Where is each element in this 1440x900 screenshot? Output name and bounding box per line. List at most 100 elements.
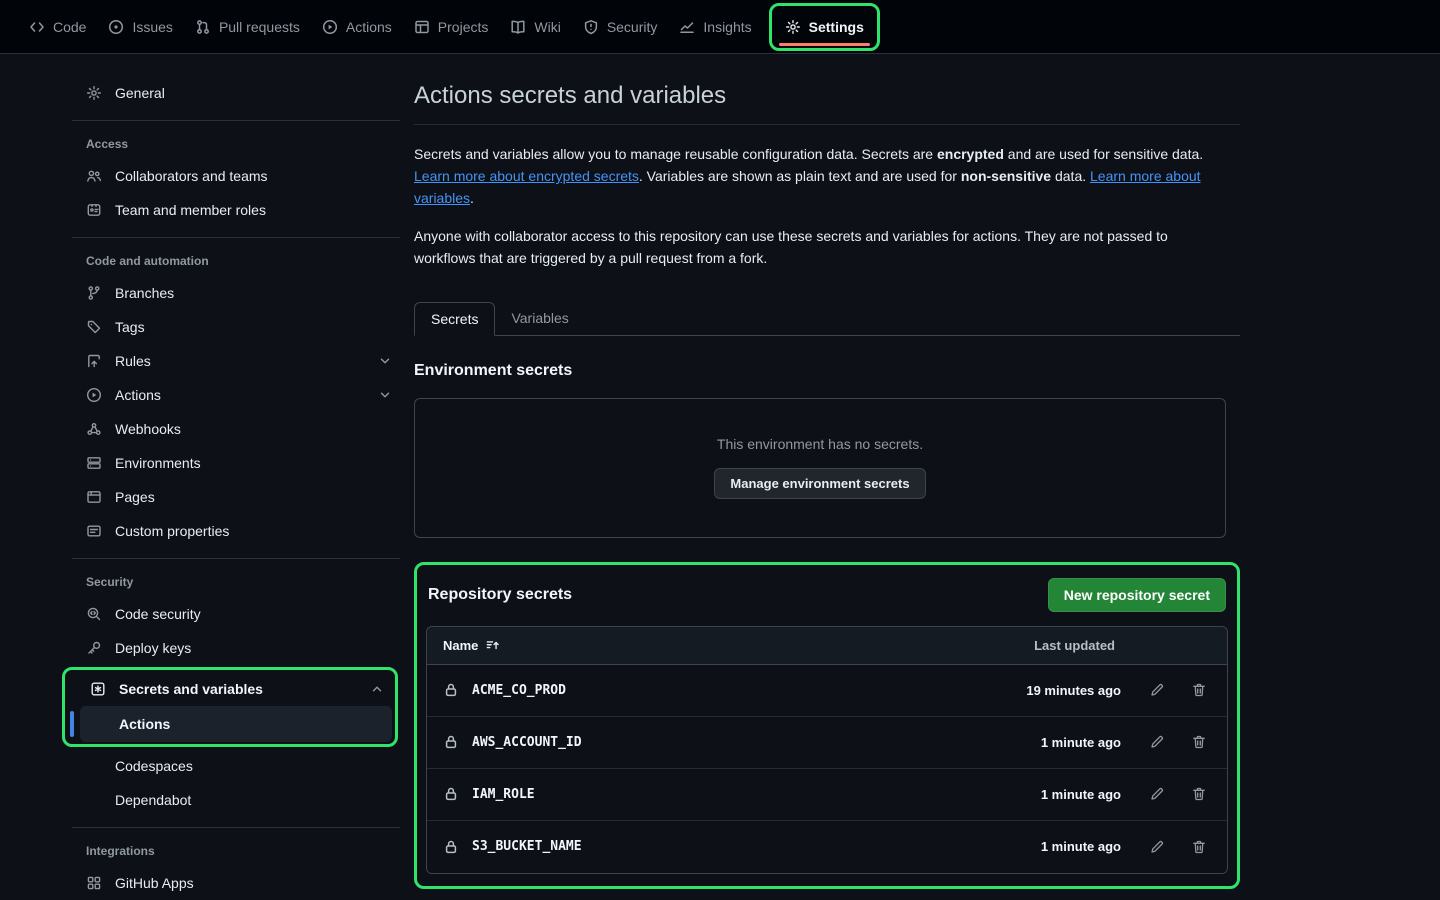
- issue-icon: [108, 19, 124, 35]
- edit-secret-button[interactable]: [1145, 730, 1169, 754]
- repository-secrets-header: Repository secrets New repository secret: [426, 578, 1228, 612]
- environment-secrets-title: Environment secrets: [414, 362, 1240, 380]
- sort-ascending-icon: [485, 638, 500, 653]
- code-scan-icon: [86, 606, 102, 622]
- intro-bold-encrypted: encrypted: [937, 146, 1004, 162]
- tab-security-label: Security: [607, 19, 658, 35]
- sidebar-item-webhooks[interactable]: Webhooks: [64, 412, 400, 446]
- sidebar-item-collaborators[interactable]: Collaborators and teams: [64, 159, 400, 193]
- sidebar-item-pages[interactable]: Pages: [64, 480, 400, 514]
- environment-secrets-box: This environment has no secrets. Manage …: [414, 398, 1226, 538]
- sidebar-item-label: Custom properties: [115, 523, 229, 539]
- lock-icon: [443, 682, 459, 698]
- delete-secret-button[interactable]: [1187, 835, 1211, 859]
- sidebar-item-rules[interactable]: Rules: [64, 344, 400, 378]
- edit-secret-button[interactable]: [1145, 782, 1169, 806]
- sidebar-item-label: Deploy keys: [115, 640, 191, 656]
- lock-icon: [443, 839, 459, 855]
- delete-secret-button[interactable]: [1187, 730, 1211, 754]
- tab-variables[interactable]: Variables: [495, 302, 584, 336]
- link-encrypted-secrets[interactable]: Learn more about encrypted secrets: [414, 168, 639, 184]
- sidebar-item-custom-properties[interactable]: Custom properties: [64, 514, 400, 548]
- sidebar-item-general[interactable]: General: [64, 76, 400, 110]
- sidebar-item-label: Pages: [115, 489, 155, 505]
- sidebar-subitem-dependabot[interactable]: Dependabot: [64, 783, 400, 817]
- repo-nav: Code Issues Pull requests Actions Projec…: [0, 0, 1440, 54]
- delete-secret-button[interactable]: [1187, 678, 1211, 702]
- sidebar-item-branches[interactable]: Branches: [64, 276, 400, 310]
- chevron-up-icon: [370, 682, 384, 696]
- apps-grid-icon: [86, 875, 102, 891]
- secret-updated: 19 minutes ago: [971, 683, 1121, 698]
- sidebar-item-actions[interactable]: Actions: [64, 378, 400, 412]
- tab-insights[interactable]: Insights: [668, 3, 762, 51]
- manage-environment-secrets-button[interactable]: Manage environment secrets: [714, 468, 925, 499]
- sidebar-item-label: Team and member roles: [115, 202, 266, 218]
- shield-icon: [583, 19, 599, 35]
- settings-content: Actions secrets and variables Secrets an…: [414, 54, 1240, 900]
- secret-row: IAM_ROLE 1 minute ago: [427, 769, 1227, 821]
- pencil-icon: [1149, 839, 1165, 855]
- sidebar-item-label: Dependabot: [115, 792, 191, 808]
- secrets-and-variables-highlight: Secrets and variables Actions: [62, 667, 398, 747]
- intro-text: .: [470, 190, 474, 206]
- sidebar-item-secrets-and-variables[interactable]: Secrets and variables: [68, 672, 392, 706]
- secret-updated: 1 minute ago: [971, 787, 1121, 802]
- tab-secrets[interactable]: Secrets: [414, 302, 495, 336]
- repository-secrets-highlight: Repository secrets New repository secret…: [414, 562, 1240, 889]
- sidebar-item-label: Tags: [115, 319, 145, 335]
- secret-box-icon: [90, 681, 106, 697]
- tab-insights-label: Insights: [703, 19, 751, 35]
- environment-empty-text: This environment has no secrets.: [717, 436, 923, 452]
- column-name-label: Name: [443, 638, 478, 653]
- tab-actions[interactable]: Actions: [311, 3, 403, 51]
- intro-text: and are used for sensitive data.: [1004, 146, 1203, 162]
- sidebar-item-label: Codespaces: [115, 758, 193, 774]
- note-icon: [86, 523, 102, 539]
- sidebar-item-deploy-keys[interactable]: Deploy keys: [64, 631, 400, 665]
- pull-request-icon: [195, 19, 211, 35]
- tab-projects-label: Projects: [438, 19, 489, 35]
- server-icon: [86, 455, 102, 471]
- new-repository-secret-button[interactable]: New repository secret: [1048, 578, 1226, 612]
- people-icon: [86, 168, 102, 184]
- play-circle-icon: [322, 19, 338, 35]
- lock-icon: [443, 786, 459, 802]
- sidebar-item-environments[interactable]: Environments: [64, 446, 400, 480]
- tab-pull-requests[interactable]: Pull requests: [184, 3, 311, 51]
- tab-code[interactable]: Code: [18, 3, 97, 51]
- table-icon: [414, 19, 430, 35]
- pencil-icon: [1149, 734, 1165, 750]
- intro-paragraph-2: Anyone with collaborator access to this …: [414, 225, 1224, 269]
- tab-issues-label: Issues: [132, 19, 172, 35]
- tab-wiki[interactable]: Wiki: [499, 3, 571, 51]
- branch-icon: [86, 285, 102, 301]
- sidebar-subitem-codespaces[interactable]: Codespaces: [64, 749, 400, 783]
- sidebar-item-code-security[interactable]: Code security: [64, 597, 400, 631]
- tab-issues[interactable]: Issues: [97, 3, 183, 51]
- delete-secret-button[interactable]: [1187, 782, 1211, 806]
- secret-updated: 1 minute ago: [971, 735, 1121, 750]
- sidebar-subitem-actions[interactable]: Actions: [80, 706, 392, 742]
- secrets-variables-tabnav: Secrets Variables: [414, 302, 1240, 336]
- secret-name: ACME_CO_PROD: [472, 683, 566, 698]
- sidebar-divider: [72, 558, 400, 559]
- id-badge-icon: [86, 202, 102, 218]
- sidebar-section-security: Security: [64, 569, 400, 597]
- column-name-sort[interactable]: Name: [443, 638, 500, 653]
- tab-pull-requests-label: Pull requests: [219, 19, 300, 35]
- sidebar-item-tags[interactable]: Tags: [64, 310, 400, 344]
- sidebar-item-label: General: [115, 85, 165, 101]
- chevron-down-icon: [378, 354, 392, 368]
- sidebar-item-github-apps[interactable]: GitHub Apps: [64, 866, 400, 900]
- sidebar-item-label: Collaborators and teams: [115, 168, 268, 184]
- edit-secret-button[interactable]: [1145, 835, 1169, 859]
- trash-icon: [1191, 786, 1207, 802]
- tab-projects[interactable]: Projects: [403, 3, 500, 51]
- tab-settings[interactable]: Settings: [774, 6, 875, 48]
- edit-secret-button[interactable]: [1145, 678, 1169, 702]
- sidebar-item-team-roles[interactable]: Team and member roles: [64, 193, 400, 227]
- tab-security[interactable]: Security: [572, 3, 669, 51]
- code-icon: [29, 19, 45, 35]
- sidebar-item-label: Branches: [115, 285, 174, 301]
